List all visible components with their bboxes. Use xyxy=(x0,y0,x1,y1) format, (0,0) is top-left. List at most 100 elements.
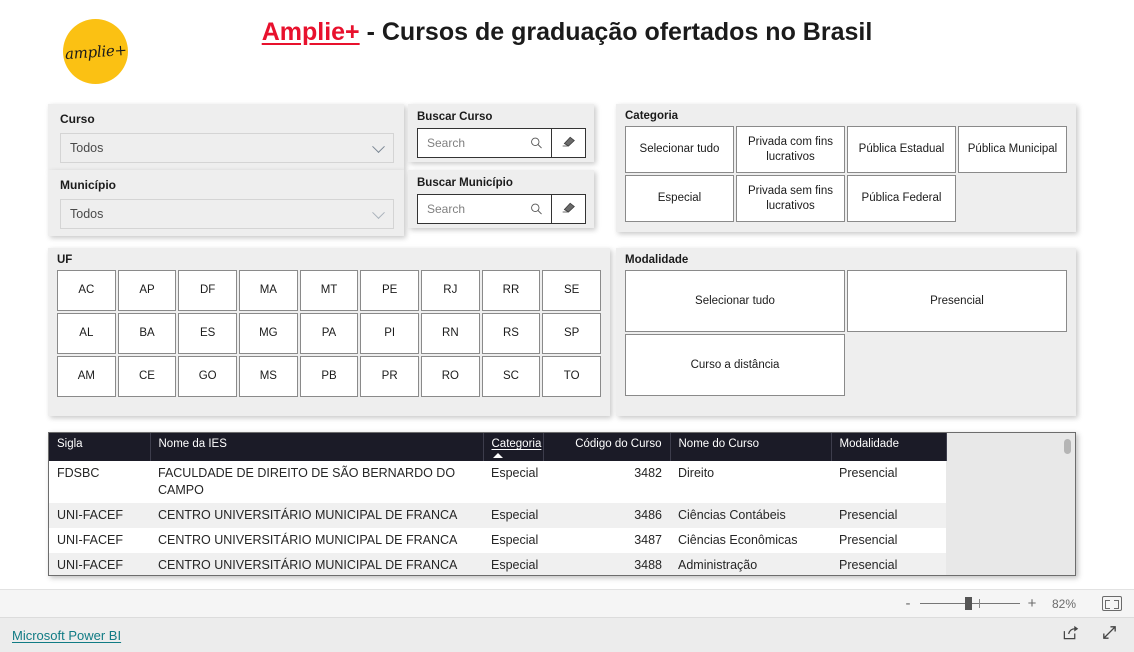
fullscreen-icon[interactable] xyxy=(1101,624,1118,646)
fit-to-page-icon[interactable] xyxy=(1102,596,1122,611)
categoria-option[interactable]: Pública Federal xyxy=(847,175,956,222)
uf-option[interactable]: TO xyxy=(542,356,601,397)
categoria-option[interactable]: Selecionar tudo xyxy=(625,126,734,173)
cell-sigla: UNI-FACEF xyxy=(49,552,150,575)
categoria-option[interactable]: Especial xyxy=(625,175,734,222)
uf-option[interactable]: RN xyxy=(421,313,480,354)
footer-actions xyxy=(1062,624,1134,646)
table-row[interactable]: UNI-FACEF CENTRO UNIVERSITÁRIO MUNICIPAL… xyxy=(49,552,946,575)
search-icon xyxy=(530,203,543,216)
column-header-codigo-do-curso[interactable]: Código do Curso xyxy=(543,433,671,461)
uf-option[interactable]: AM xyxy=(57,356,116,397)
uf-option[interactable]: PE xyxy=(360,270,419,311)
scrollbar-thumb[interactable] xyxy=(1064,439,1071,454)
uf-option[interactable]: SC xyxy=(481,356,541,397)
categoria-option-empty xyxy=(958,175,1067,222)
slicer-municipio-dropdown[interactable]: Todos xyxy=(60,199,394,229)
uf-option[interactable]: MG xyxy=(239,313,298,354)
courses-table-visual: Sigla Nome da IES Categoria Código do Cu… xyxy=(48,432,1076,576)
uf-option[interactable]: PA xyxy=(299,313,359,354)
cell-nome-do-curso: Administração xyxy=(670,552,831,575)
slicer-uf: UF AC AP DF MA MT PE RJ RR SE AL BA ES M… xyxy=(48,248,610,416)
zoom-slider[interactable] xyxy=(920,597,1020,610)
slicer-municipio-value: Todos xyxy=(70,207,104,221)
uf-option[interactable]: RO xyxy=(421,356,480,397)
categoria-option[interactable]: Privada sem fins lucrativos xyxy=(736,175,845,222)
zoom-level-value: 82% xyxy=(1052,596,1077,611)
uf-option[interactable]: PB xyxy=(299,356,359,397)
cell-nome-do-curso: Ciências Econômicas xyxy=(670,527,831,553)
column-header-categoria[interactable]: Categoria xyxy=(483,433,544,461)
buscar-municipio-input[interactable]: Search xyxy=(417,194,552,224)
table-row[interactable]: UNI-FACEF CENTRO UNIVERSITÁRIO MUNICIPAL… xyxy=(49,502,946,528)
slicer-curso-dropdown[interactable]: Todos xyxy=(60,133,394,163)
uf-option[interactable]: RR xyxy=(481,270,541,311)
microsoft-power-bi-link[interactable]: Microsoft Power BI xyxy=(12,628,121,643)
footer-bar: Microsoft Power BI xyxy=(0,618,1134,652)
categoria-option[interactable]: Pública Estadual xyxy=(847,126,956,173)
cell-categoria: Especial xyxy=(483,527,543,553)
slicer-modalidade: Modalidade Selecionar tudo Presencial Cu… xyxy=(616,248,1076,416)
column-header-nome-do-curso[interactable]: Nome do Curso xyxy=(670,433,832,461)
uf-option[interactable]: PI xyxy=(360,313,419,354)
uf-option[interactable]: MA xyxy=(239,270,298,311)
zoom-out-button[interactable]: - xyxy=(900,596,916,611)
uf-option[interactable]: RJ xyxy=(421,270,480,311)
column-header-nome-da-ies[interactable]: Nome da IES xyxy=(150,433,484,461)
cell-categoria: Especial xyxy=(483,461,543,503)
buscar-curso-placeholder: Search xyxy=(427,136,466,150)
cell-codigo-do-curso: 3482 xyxy=(543,461,670,503)
uf-option[interactable]: MS xyxy=(239,356,298,397)
zoom-in-button[interactable]: + xyxy=(1024,596,1040,611)
modalidade-option[interactable]: Selecionar tudo xyxy=(625,270,845,332)
table-row[interactable]: FDSBC FACULDADE DE DIREITO DE SÃO BERNAR… xyxy=(49,461,946,503)
column-header-modalidade[interactable]: Modalidade xyxy=(831,433,947,461)
buscar-curso-input[interactable]: Search xyxy=(417,128,552,158)
cell-nome-da-ies: FACULDADE DE DIREITO DE SÃO BERNARDO DO … xyxy=(150,461,483,503)
uf-option-grid: AC AP DF MA MT PE RJ RR SE AL BA ES MG P… xyxy=(57,270,601,397)
uf-option[interactable]: RS xyxy=(481,313,541,354)
categoria-option[interactable]: Pública Municipal xyxy=(958,126,1067,173)
uf-option[interactable]: SP xyxy=(542,313,601,354)
eraser-icon xyxy=(561,200,576,218)
uf-option[interactable]: AL xyxy=(57,313,116,354)
column-header-sigla[interactable]: Sigla xyxy=(49,433,151,461)
categoria-option[interactable]: Privada com fins lucrativos xyxy=(736,126,845,173)
uf-option[interactable]: MT xyxy=(299,270,359,311)
share-icon[interactable] xyxy=(1062,624,1079,646)
cell-categoria: Especial xyxy=(483,502,543,528)
uf-option[interactable]: CE xyxy=(117,356,177,397)
cell-modalidade: Presencial xyxy=(831,552,946,575)
uf-option[interactable]: SE xyxy=(542,270,601,311)
cell-nome-do-curso: Direito xyxy=(670,461,831,503)
uf-option[interactable]: GO xyxy=(178,356,237,397)
uf-option[interactable]: PR xyxy=(360,356,419,397)
slicer-modalidade-title: Modalidade xyxy=(625,254,689,266)
page-title: Amplie+ - Cursos de graduação ofertados … xyxy=(0,18,1134,47)
table-vertical-scrollbar[interactable] xyxy=(1064,439,1071,571)
zoom-slider-thumb[interactable] xyxy=(965,597,972,610)
uf-option[interactable]: AC xyxy=(57,270,116,311)
buscar-curso-clear-button[interactable] xyxy=(552,128,586,158)
buscar-municipio-clear-button[interactable] xyxy=(552,194,586,224)
sort-ascending-icon xyxy=(492,453,503,458)
column-header-label: Código do Curso xyxy=(575,438,662,450)
uf-option[interactable]: BA xyxy=(117,313,177,354)
slicer-buscar-municipio: Buscar Município Search xyxy=(408,170,594,228)
modalidade-option[interactable]: Curso a distância xyxy=(625,334,845,396)
uf-option[interactable]: ES xyxy=(178,313,237,354)
modalidade-option[interactable]: Presencial xyxy=(847,270,1067,332)
slicer-municipio: Município Todos xyxy=(48,170,404,236)
table-row[interactable]: UNI-FACEF CENTRO UNIVERSITÁRIO MUNICIPAL… xyxy=(49,527,946,553)
cell-codigo-do-curso: 3487 xyxy=(543,527,670,553)
slicer-categoria: Categoria Selecionar tudo Privada com fi… xyxy=(616,104,1076,232)
cell-nome-da-ies: CENTRO UNIVERSITÁRIO MUNICIPAL DE FRANCA xyxy=(150,527,483,553)
uf-option[interactable]: AP xyxy=(117,270,177,311)
uf-option[interactable]: DF xyxy=(178,270,237,311)
categoria-option-grid: Selecionar tudo Privada com fins lucrati… xyxy=(625,126,1067,222)
courses-table: Sigla Nome da IES Categoria Código do Cu… xyxy=(49,433,947,575)
slicer-uf-title: UF xyxy=(57,254,73,266)
column-header-label: Modalidade xyxy=(839,438,899,450)
modalidade-option-grid: Selecionar tudo Presencial Curso a distâ… xyxy=(625,270,1067,396)
cell-codigo-do-curso: 3486 xyxy=(543,502,670,528)
